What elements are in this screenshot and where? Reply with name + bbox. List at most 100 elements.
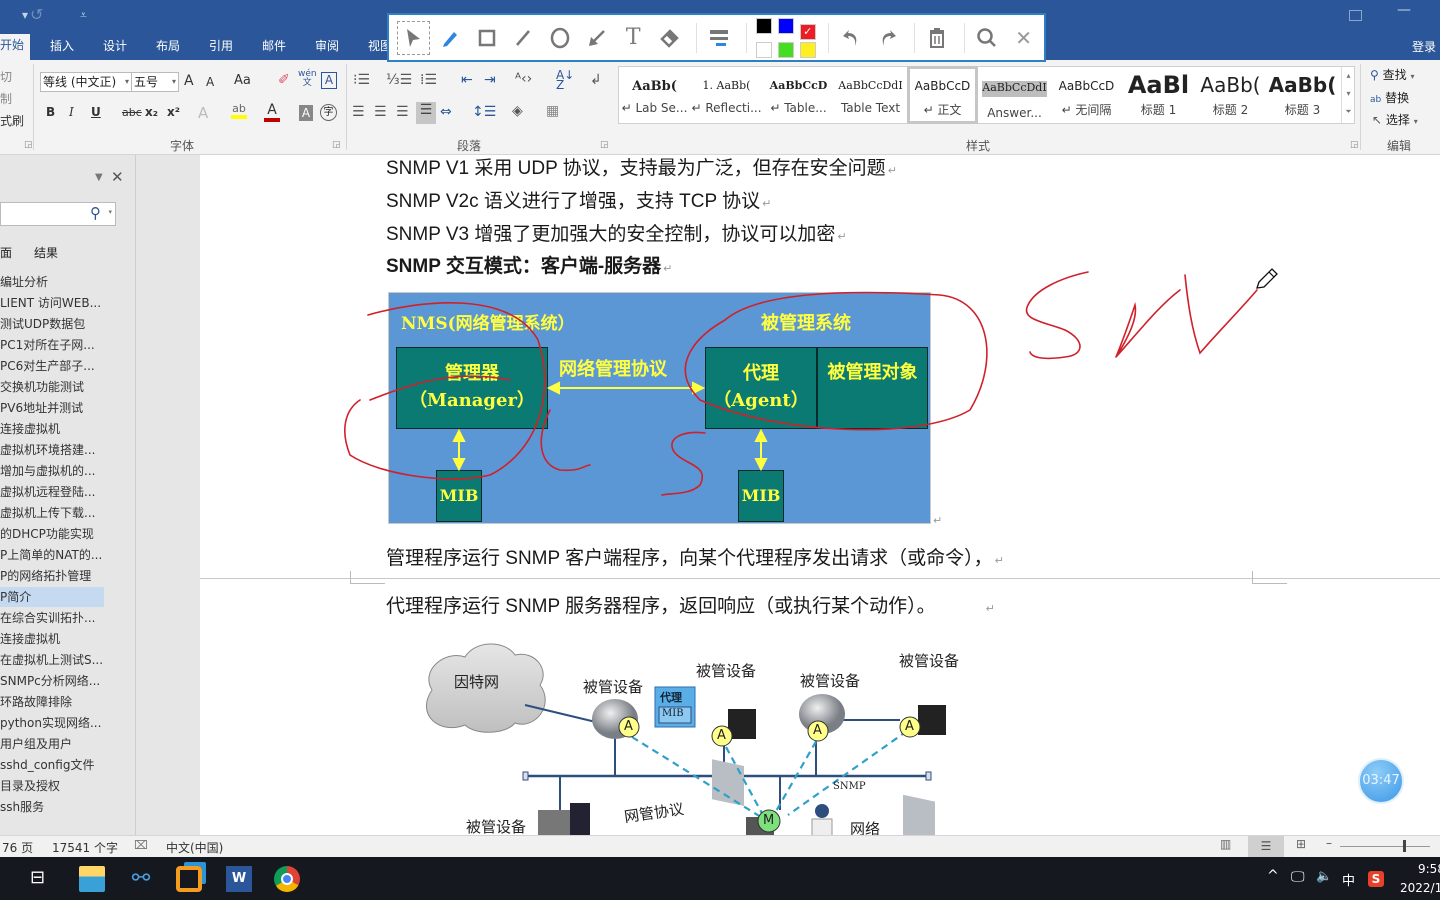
copy-button[interactable]: 制 [0, 90, 12, 107]
multilevel-list-icon[interactable]: ⁞☰ [420, 72, 437, 88]
nav-heading-item[interactable]: PC1对所在子网... [0, 335, 104, 355]
char-border-icon[interactable]: A [321, 72, 337, 89]
clipboard-launcher-icon[interactable]: ◲ [24, 140, 33, 150]
clear-format-icon[interactable]: ✐ [278, 72, 290, 88]
color-black[interactable] [755, 17, 772, 34]
nav-options-icon[interactable]: ▼ [95, 172, 103, 183]
recording-timer[interactable]: 03:47 [1358, 758, 1404, 804]
clock-date[interactable]: 2022/1 [1400, 881, 1440, 895]
nav-heading-item[interactable]: 虚拟机上传下载... [0, 503, 104, 523]
ribbon-display-icon[interactable] [1349, 10, 1362, 21]
text-icon[interactable]: T [617, 21, 650, 55]
increase-indent-icon[interactable]: ⇥ [484, 72, 496, 88]
nav-heading-item[interactable]: 连接虚拟机 [0, 419, 104, 439]
format-painter-button[interactable]: 式刷 [0, 112, 24, 129]
shrink-font-button[interactable]: A [206, 75, 214, 89]
zoom-slider-thumb[interactable] [1403, 840, 1406, 852]
underline-button[interactable]: U [91, 105, 101, 119]
nav-heading-item[interactable]: 增加与虚拟机的... [0, 461, 104, 481]
nav-heading-item[interactable]: 虚拟机环境搭建... [0, 440, 104, 460]
nav-heading-item[interactable]: sshd_config文件 [0, 755, 104, 775]
word-count[interactable]: 17541 个字 [52, 839, 118, 856]
nav-heading-item[interactable]: PC6对生产部子... [0, 356, 104, 376]
search-options-icon[interactable]: ▾ [108, 208, 112, 216]
borders-icon[interactable]: ▦ [546, 103, 559, 119]
search-icon[interactable]: ⚲ [90, 204, 101, 222]
style-no-spacing[interactable]: AaBbCcD ↵ 无间隔 [1051, 67, 1122, 123]
grow-font-button[interactable]: A [184, 73, 194, 89]
file-explorer-icon[interactable] [79, 866, 105, 892]
color-blue[interactable] [777, 17, 794, 34]
font-color-icon[interactable]: A [264, 102, 280, 122]
color-white[interactable] [755, 41, 772, 58]
nav-heading-item[interactable]: 的DHCP功能实现 [0, 524, 104, 544]
rectangle-icon[interactable] [470, 21, 503, 55]
distributed-icon[interactable]: ⇔ [440, 104, 452, 120]
eraser-icon[interactable] [654, 21, 687, 55]
arrow-icon[interactable] [580, 21, 613, 55]
nav-heading-item[interactable]: SNMPc分析网络... [0, 671, 104, 691]
select-arrow-icon[interactable] [397, 20, 430, 55]
nav-heading-item[interactable]: P简介 [0, 587, 104, 607]
task-view-icon[interactable]: ⊟ [30, 867, 45, 888]
sort-icon[interactable]: A↓ Z [556, 69, 574, 91]
qat-dropdown-icon[interactable]: ▾ [22, 8, 28, 22]
nav-heading-item[interactable]: 在综合实训拓扑... [0, 608, 104, 628]
print-layout-icon[interactable]: ☰ [1248, 836, 1284, 857]
nav-tab-pages[interactable]: 面 [0, 244, 12, 261]
nav-heading-item[interactable]: 连接虚拟机 [0, 629, 104, 649]
phonetic-guide-icon[interactable]: wén 文 [298, 70, 317, 88]
style-normal[interactable]: AaBbCcD ↵ 正文 [907, 66, 978, 124]
show-marks-icon[interactable]: ↲ [590, 72, 602, 88]
style-table-text[interactable]: AaBbCcDdI Table Text [835, 67, 906, 123]
line-icon[interactable] [507, 21, 540, 55]
replace-button[interactable]: ab 替换 [1370, 89, 1409, 106]
numbering-icon[interactable]: ⅓☰ [386, 72, 412, 88]
line-width-icon[interactable] [703, 21, 736, 55]
login-link[interactable]: 登录 [1412, 38, 1436, 55]
style-heading-2[interactable]: AaBb(标题 2 [1195, 67, 1266, 123]
zoom-slider-track[interactable] [1340, 846, 1430, 847]
strikethrough-button[interactable]: abc [122, 106, 142, 119]
italic-button[interactable]: I [69, 105, 74, 119]
highlight-icon[interactable]: ab [231, 102, 247, 119]
sogou-ime-icon[interactable]: S [1368, 871, 1384, 887]
styles-launcher-icon[interactable]: ◲ [1350, 140, 1359, 150]
color-green[interactable] [777, 41, 794, 58]
nav-heading-item[interactable]: 用户组及用户 [0, 734, 104, 754]
cut-button[interactable]: 切 [0, 68, 12, 85]
nav-heading-item[interactable]: 环路故障排除 [0, 692, 104, 712]
clock-time[interactable]: 9:58 [1418, 862, 1440, 876]
pen-icon[interactable] [434, 21, 467, 55]
align-left-icon[interactable]: ☰ [352, 104, 365, 120]
font-name-combo[interactable]: 等线 (中文正) ▾ [40, 72, 132, 92]
page-count[interactable]: 76 页 [2, 839, 33, 856]
style-answer[interactable]: AaBbCcDdI Answer... [979, 67, 1050, 123]
select-button[interactable]: ↖ 选择 ▾ [1372, 111, 1418, 128]
tab-design[interactable]: 设计 [103, 36, 127, 60]
align-center-icon[interactable]: ☰ [374, 104, 387, 120]
vmware-icon[interactable] [176, 866, 202, 892]
char-shading-icon[interactable]: A [299, 105, 313, 121]
tab-layout[interactable]: 布局 [156, 36, 180, 60]
enclose-char-icon[interactable]: 字 [320, 104, 337, 121]
font-launcher-icon[interactable]: ◲ [332, 140, 341, 150]
language-indicator[interactable]: 中文(中国) [166, 839, 223, 856]
style-heading-3[interactable]: AaBb(标题 3 [1267, 67, 1338, 123]
bold-button[interactable]: B [46, 105, 55, 119]
ime-indicator[interactable]: 中 [1342, 870, 1355, 889]
nav-heading-item[interactable]: 测试UDP数据包 [0, 314, 104, 334]
style-lab-section[interactable]: AaBb(↵ Lab Se... [619, 67, 690, 123]
undo-icon[interactable] [835, 21, 868, 55]
nav-tab-results[interactable]: 结果 [34, 244, 58, 261]
style-reflection[interactable]: 1. AaBb(↵ Reflecti... [691, 67, 762, 123]
nav-close-icon[interactable]: ✕ [111, 168, 124, 186]
read-mode-icon[interactable]: ▥ [1220, 837, 1231, 851]
customize-qat-icon[interactable]: ⩡ [80, 8, 87, 23]
web-layout-icon[interactable]: ⊞ [1296, 837, 1306, 851]
tab-mailings[interactable]: 邮件 [262, 36, 286, 60]
tab-references[interactable]: 引用 [209, 36, 233, 60]
style-table[interactable]: AaBbCcD ↵ Table... [763, 67, 834, 123]
find-button[interactable]: ⚲ 查找 ▾ [1370, 66, 1414, 83]
word-icon[interactable]: W [226, 866, 252, 892]
